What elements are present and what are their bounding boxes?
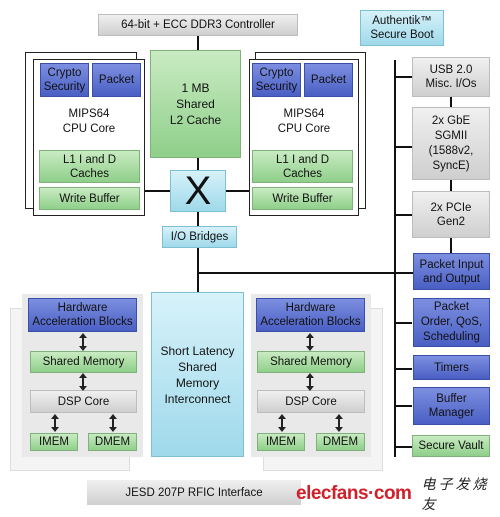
connector-line	[197, 248, 199, 293]
connector-line	[394, 214, 412, 216]
gbe-sgmii: 2x GbE SGMII (1588v2, SyncE)	[412, 107, 490, 180]
ddr3-controller: 64-bit + ECC DDR3 Controller	[98, 14, 298, 36]
pcie-gen2: 2x PCIe Gen2	[412, 191, 490, 238]
buffer-manager: Buffer Manager	[413, 387, 490, 425]
connector-line	[225, 190, 251, 192]
shared-memory: Shared Memory	[30, 351, 137, 373]
write-buffer: Write Buffer	[252, 187, 353, 210]
connector-line	[450, 97, 452, 107]
connector-line	[394, 146, 412, 148]
l1-caches: L1 I and D Caches	[39, 150, 140, 183]
shared-memory: Shared Memory	[257, 351, 365, 373]
watermark-brand: elecfans·com	[296, 483, 412, 504]
bidirectional-arrow-icon	[51, 414, 59, 432]
connector-line	[197, 212, 199, 226]
connector-line	[450, 180, 452, 191]
bidirectional-arrow-icon	[335, 414, 343, 432]
packet-block: Packet	[92, 63, 141, 97]
bidirectional-arrow-icon	[278, 414, 286, 432]
dsp-core: DSP Core	[257, 390, 365, 413]
l1-caches: L1 I and D Caches	[252, 150, 353, 183]
connector-line	[394, 446, 412, 448]
packet-block: Packet	[304, 63, 353, 97]
elecfans-watermark: elecfans·com 电子发烧友	[296, 477, 496, 513]
crypto-security-block: Crypto Security	[40, 63, 89, 97]
bidirectional-arrow-icon	[79, 333, 87, 351]
write-buffer: Write Buffer	[39, 187, 140, 210]
timers: Timers	[413, 355, 490, 380]
io-bridges: I/O Bridges	[162, 226, 237, 248]
crossbar-switch: X	[170, 170, 226, 212]
connector-line	[394, 405, 412, 407]
connector-line	[197, 272, 413, 274]
peripheral-bus	[394, 60, 396, 457]
hardware-acceleration-blocks: Hardware Acceleration Blocks	[28, 298, 137, 332]
hardware-acceleration-blocks: Hardware Acceleration Blocks	[256, 298, 365, 332]
shared-memory-interconnect: Short Latency Shared Memory Interconnect	[151, 292, 244, 457]
bidirectional-arrow-icon	[79, 373, 87, 391]
imem: IMEM	[257, 433, 305, 451]
dmem: DMEM	[316, 433, 365, 451]
connector-line	[144, 190, 170, 192]
usb-misc-io: USB 2.0 Misc. I/Os	[412, 57, 490, 97]
cpu-core-label: MIPS64 CPU Core	[62, 108, 116, 135]
cpu-core-label: MIPS64 CPU Core	[277, 108, 331, 135]
packet-input-output: Packet Input and Output	[413, 253, 490, 290]
packet-order-qos-scheduling: Packet Order, QoS, Scheduling	[413, 298, 490, 347]
bidirectional-arrow-icon	[109, 414, 117, 432]
bidirectional-arrow-icon	[306, 373, 314, 391]
imem: IMEM	[30, 433, 78, 451]
connector-line	[394, 322, 412, 324]
secure-vault: Secure Vault	[412, 435, 490, 457]
connector-line	[394, 76, 412, 78]
watermark-cn: 电子发烧友	[421, 477, 490, 513]
authentik-secure-boot: Authentik™ Secure Boot	[360, 10, 444, 46]
l2-cache: 1 MB Shared L2 Cache	[150, 50, 241, 158]
connector-line	[394, 368, 412, 370]
connector-line	[450, 238, 452, 253]
rfic-interface: JESD 207P RFIC Interface	[87, 480, 301, 505]
dsp-core: DSP Core	[30, 390, 137, 413]
crypto-security-block: Crypto Security	[252, 63, 301, 97]
bidirectional-arrow-icon	[306, 333, 314, 351]
soc-block-diagram: 64-bit + ECC DDR3 Controller Authentik™ …	[0, 0, 500, 517]
connector-line	[197, 35, 199, 51]
dmem: DMEM	[88, 433, 137, 451]
